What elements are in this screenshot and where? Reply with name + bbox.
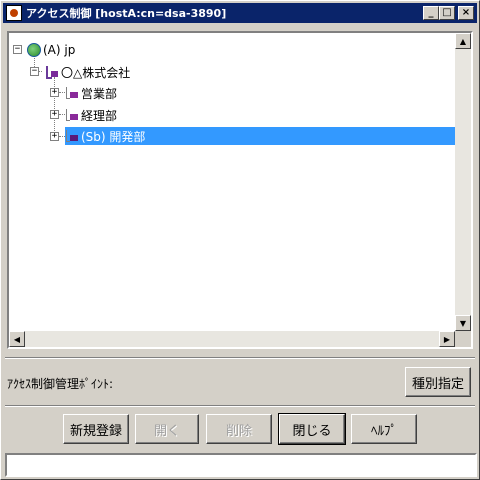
divider [5, 357, 475, 359]
vertical-scrollbar[interactable]: ▲ ▼ [455, 33, 471, 347]
scroll-left-button[interactable]: ◀ [9, 331, 25, 347]
tree-node-development[interactable]: (Sb) 開発部 [65, 127, 455, 145]
scroll-down-button[interactable]: ▼ [455, 315, 471, 331]
org-unit-icon [65, 86, 79, 100]
access-control-window: アクセス制御 [hostA:cn=dsa-3890] _ □ × − (A) j… [0, 0, 480, 480]
scrollbar-corner [455, 331, 471, 347]
app-icon[interactable] [6, 5, 22, 21]
status-field [5, 453, 477, 477]
maximize-button[interactable]: □ [439, 6, 455, 20]
org-unit-icon [65, 108, 79, 122]
tree-node-sales[interactable]: 営業部 [65, 84, 117, 102]
tree-node-jp[interactable]: (A) jp [27, 41, 75, 59]
divider [5, 405, 475, 407]
minimize-button[interactable]: _ [423, 6, 439, 20]
tree-node-company[interactable]: 〇△株式会社 [45, 63, 130, 81]
type-specify-button[interactable]: 種別指定 [405, 367, 471, 397]
help-button[interactable]: ﾍﾙﾌﾟ [351, 414, 417, 444]
tree-expander-sales[interactable]: + [50, 88, 59, 97]
tree-expander-development[interactable]: + [50, 132, 59, 141]
tree-connector [54, 77, 55, 135]
tree-expander-company[interactable]: − [30, 67, 39, 76]
tree-node-label: (A) jp [43, 43, 76, 57]
tree-node-label: 経理部 [81, 108, 118, 123]
access-control-point-label: ｱｸｾｽ制御管理ﾎﾟｲﾝﾄ: [7, 377, 114, 391]
window-title: アクセス制御 [hostA:cn=dsa-3890] [26, 7, 227, 20]
title-bar[interactable]: アクセス制御 [hostA:cn=dsa-3890] _ □ × [3, 3, 477, 23]
open-button[interactable]: 開く [135, 414, 199, 444]
tree-expander-jp[interactable]: − [13, 45, 22, 54]
organization-icon [45, 65, 59, 79]
org-unit-icon [65, 129, 79, 143]
scroll-right-button[interactable]: ▶ [439, 331, 455, 347]
directory-tree[interactable]: − (A) jp − 〇△株式会社 + 営業部 + 経理部 + (Sb) 開発部… [7, 31, 473, 349]
tree-node-label: 営業部 [81, 86, 118, 101]
tree-node-label: (Sb) 開発部 [81, 129, 146, 144]
tree-expander-accounting[interactable]: + [50, 110, 59, 119]
tree-node-accounting[interactable]: 経理部 [65, 106, 117, 124]
close-window-button[interactable]: × [458, 6, 474, 20]
delete-button[interactable]: 削除 [206, 414, 272, 444]
scroll-up-button[interactable]: ▲ [455, 33, 471, 49]
close-button[interactable]: 閉じる [278, 413, 346, 445]
globe-icon [27, 43, 41, 57]
new-register-button[interactable]: 新規登録 [63, 414, 129, 444]
horizontal-scrollbar[interactable]: ◀ ▶ [9, 331, 455, 347]
tree-node-label: 〇△株式会社 [61, 65, 131, 80]
